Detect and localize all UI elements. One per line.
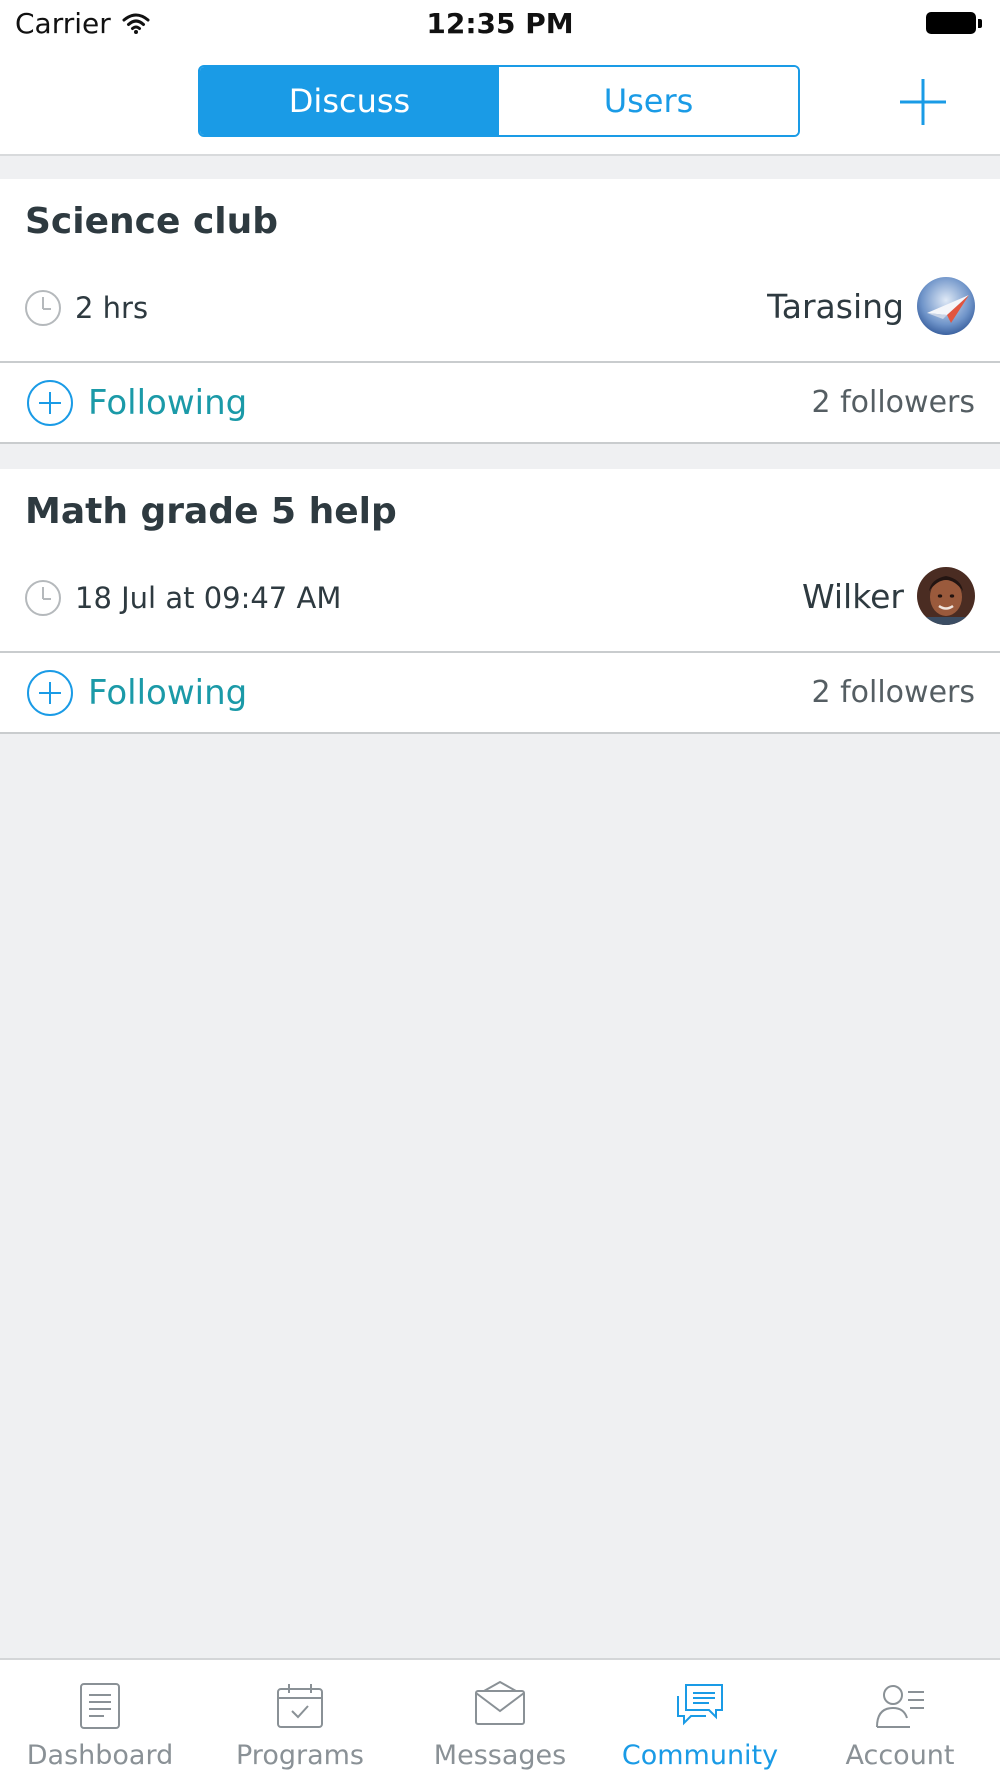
tab-label: Dashboard [26,1740,174,1771]
clock-icon [25,290,61,326]
envelope-icon [475,1680,525,1725]
tab-bar: Dashboard Programs Messages Community Ac… [0,1658,1000,1780]
status-time: 12:35 PM [426,7,574,40]
post-card[interactable]: Math grade 5 help 18 Jul at 09:47 AM Wil… [0,469,1000,651]
post-meta: 18 Jul at 09:47 AM Wilker [0,567,1000,627]
clock-icon [25,580,61,616]
post-title: Science club [25,201,279,242]
tab-messages[interactable]: Messages [400,1660,600,1780]
follow-label: Following [88,383,248,423]
avatar[interactable] [917,277,975,335]
user-list-icon [876,1685,924,1728]
followers-count[interactable]: 2 followers [811,675,975,710]
tab-account[interactable]: Account [800,1660,1000,1780]
tab-label: Account [845,1740,955,1771]
segment-users[interactable]: Users [499,67,798,135]
avatar[interactable] [917,567,975,625]
tab-programs[interactable]: Programs [200,1660,400,1780]
battery-icon [926,12,982,36]
author-name[interactable]: Wilker [802,577,904,616]
calendar-icon [277,1684,323,1728]
tab-community[interactable]: Community [600,1660,800,1780]
person-avatar-image [917,567,975,625]
follow-button[interactable]: Following [26,668,247,718]
post-title: Math grade 5 help [25,491,397,532]
follow-row: Following 2 followers [0,653,1000,733]
divider [0,442,1000,444]
post-meta: 2 hrs Tarasing [0,277,1000,337]
tab-label: Messages [433,1740,567,1771]
post-time: 2 hrs [75,291,149,325]
follow-row: Following 2 followers [0,363,1000,443]
segmented-control: Discuss Users [198,65,800,137]
tab-label: Programs [236,1740,364,1771]
dashboard-icon [80,1683,120,1729]
followers-count[interactable]: 2 followers [811,385,975,420]
divider [0,732,1000,734]
plus-icon[interactable] [898,77,948,127]
post-time: 18 Jul at 09:47 AM [75,581,342,615]
segment-discuss[interactable]: Discuss [200,67,499,135]
paper-plane-avatar-image [917,277,975,335]
status-bar: Carrier 12:35 PM [0,0,1000,50]
follow-button[interactable]: Following [26,378,247,428]
follow-label: Following [88,673,248,713]
tab-dashboard[interactable]: Dashboard [0,1660,200,1780]
tab-label: Community [621,1740,779,1771]
nav-bar: Discuss Users [0,50,1000,156]
chat-bubbles-icon [677,1684,723,1726]
post-card[interactable]: Science club 2 hrs Tarasing [0,179,1000,361]
plus-circle-icon [27,670,73,716]
author-name[interactable]: Tarasing [767,287,904,326]
plus-circle-icon [27,380,73,426]
